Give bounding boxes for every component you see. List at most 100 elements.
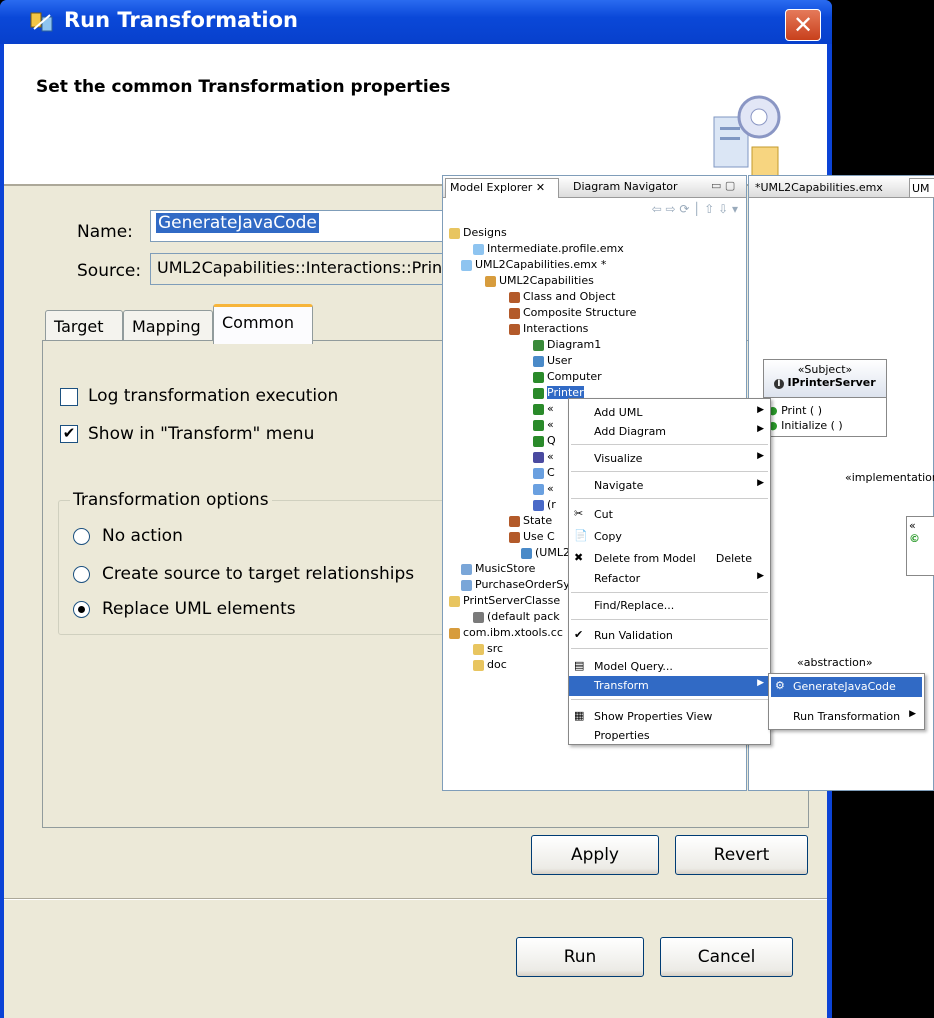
- tree-item[interactable]: «: [533, 482, 554, 495]
- tree-item[interactable]: User: [533, 354, 572, 367]
- submenu-arrow-icon: ▶: [757, 451, 764, 461]
- radio-replace-uml[interactable]: [73, 601, 90, 618]
- tree-node-icon: [449, 227, 460, 239]
- tree-node-icon: [509, 323, 520, 335]
- options-group-label: Transformation options: [70, 490, 272, 510]
- tree-item[interactable]: «: [533, 418, 554, 431]
- menu-item-cut[interactable]: ✂ Cut: [569, 505, 770, 525]
- menu-item-run-validation[interactable]: ✔ Run Validation: [569, 626, 770, 646]
- menu-item-model-query[interactable]: ▤ Model Query...: [569, 657, 770, 677]
- menu-item-show-properties-view[interactable]: ▦ Show Properties View: [569, 707, 770, 727]
- tree-item[interactable]: (default pack: [473, 610, 560, 623]
- tree-item[interactable]: src: [473, 642, 503, 655]
- show-in-menu-label: Show in "Transform" menu: [88, 424, 315, 444]
- tree-item-label: Computer: [547, 370, 602, 383]
- tab-um[interactable]: UM: [909, 178, 934, 198]
- menu-item-visualize[interactable]: Visualize ▶: [569, 449, 770, 469]
- tab-common[interactable]: Common: [213, 304, 313, 344]
- tree-item-label: UML2Capabilities.emx *: [475, 258, 607, 271]
- tree-item[interactable]: «: [533, 450, 554, 463]
- tree-item-label: (UML2: [535, 546, 570, 559]
- run-button[interactable]: Run: [516, 937, 644, 977]
- source-field[interactable]: UML2Capabilities::Interactions::Printer: [150, 253, 450, 285]
- tree-item[interactable]: State: [509, 514, 552, 527]
- tree-item[interactable]: Q: [533, 434, 556, 447]
- tree-node-icon: [533, 435, 544, 447]
- tree-node-icon: [461, 579, 472, 591]
- nav-arrows-icon[interactable]: ⇦ ⇨ ⟳ │ ⇧ ⇩ ▾: [652, 202, 738, 216]
- submenu-run-transformation[interactable]: Run Transformation ▶: [771, 707, 922, 727]
- menu-item-label: Navigate: [594, 479, 644, 492]
- menu-item-delete-from-model[interactable]: ✖ Delete from Model Delete: [569, 549, 770, 569]
- name-field[interactable]: GenerateJavaCode: [150, 210, 450, 242]
- submenu-run-transformation-label: Run Transformation: [793, 710, 901, 723]
- menu-item-refactor[interactable]: Refactor ▶: [569, 569, 770, 589]
- minimize-maximize-icon[interactable]: ▭ ▢: [711, 179, 735, 192]
- submenu-generatejavacode[interactable]: ⚙ GenerateJavaCode: [771, 677, 922, 697]
- menu-separator: [571, 498, 768, 499]
- tree-item[interactable]: PurchaseOrderSy: [461, 578, 570, 591]
- tab-uml2capabilities-emx[interactable]: *UML2Capabilities.emx: [755, 181, 883, 194]
- log-execution-checkbox[interactable]: [60, 388, 78, 406]
- tree-node-icon: [473, 659, 484, 671]
- partial-class-box[interactable]: «©: [906, 516, 934, 576]
- menu-item-find-replace[interactable]: Find/Replace...: [569, 596, 770, 616]
- tree-item-label: Q: [547, 434, 556, 447]
- cut-icon: ✂: [574, 507, 584, 520]
- tree-item[interactable]: Diagram1: [533, 338, 601, 351]
- menu-item-copy[interactable]: 📄 Copy: [569, 527, 770, 547]
- tree-item[interactable]: Composite Structure: [509, 306, 636, 319]
- tree-item[interactable]: UML2Capabilities.emx *: [461, 258, 606, 271]
- tree-item-label: «: [547, 418, 554, 431]
- tab-model-explorer[interactable]: Model Explorer ✕: [445, 178, 559, 198]
- tree-item[interactable]: com.ibm.xtools.cc: [449, 626, 563, 639]
- diagram-tab-bar: *UML2Capabilities.emx UM: [749, 176, 934, 198]
- apply-button[interactable]: Apply: [531, 835, 659, 875]
- iprinterserver-class[interactable]: «Subject» I IPrinterServer ● Print ( ) ●…: [763, 359, 887, 437]
- dialog-banner: [4, 44, 827, 184]
- radio-create-relationships[interactable]: [73, 566, 90, 583]
- menu-item-add-uml[interactable]: Add UML ▶: [569, 403, 770, 423]
- tree-item[interactable]: Intermediate.profile.emx: [473, 242, 624, 255]
- explorer-toolbar: ⇦ ⇨ ⟳ │ ⇧ ⇩ ▾: [443, 198, 746, 224]
- tree-item[interactable]: Interactions: [509, 322, 588, 335]
- tree-item[interactable]: doc: [473, 658, 507, 671]
- title-bar[interactable]: Run Transformation ✕: [0, 0, 832, 44]
- tab-diagram-navigator[interactable]: Diagram Navigator: [573, 180, 678, 193]
- tab-mapping[interactable]: Mapping: [123, 310, 213, 342]
- tab-target[interactable]: Target: [45, 310, 123, 342]
- tree-node-icon: [449, 595, 460, 607]
- tree-item-label: User: [547, 354, 573, 367]
- menu-separator: [571, 699, 768, 700]
- show-in-menu-checkbox[interactable]: ✔: [60, 425, 78, 443]
- menu-item-label: Run Validation: [594, 629, 673, 642]
- tree-item[interactable]: (r: [533, 498, 556, 511]
- implementation-label: «implementation: [845, 471, 934, 484]
- tree-item[interactable]: C: [533, 466, 555, 479]
- close-icon[interactable]: ✕: [785, 9, 821, 41]
- delete-icon: ✖: [574, 551, 584, 564]
- menu-item-transform[interactable]: Transform ▶: [569, 676, 770, 696]
- tree-item[interactable]: Class and Object: [509, 290, 615, 303]
- tree-item[interactable]: MusicStore: [461, 562, 535, 575]
- model-query-icon: ▤: [574, 659, 585, 672]
- menu-separator: [571, 648, 768, 649]
- tree-item[interactable]: Use C: [509, 530, 555, 543]
- radio-replace-uml-label: Replace UML elements: [102, 599, 296, 619]
- tree-item[interactable]: (UML2: [521, 546, 570, 559]
- operation-print-label: Print ( ): [781, 404, 822, 417]
- cancel-button[interactable]: Cancel: [660, 937, 793, 977]
- radio-no-action[interactable]: [73, 528, 90, 545]
- revert-button[interactable]: Revert: [675, 835, 808, 875]
- tree-item[interactable]: UML2Capabilities: [485, 274, 594, 287]
- tree-item-label: (default pack: [487, 610, 560, 623]
- menu-item-properties[interactable]: Properties: [569, 726, 770, 746]
- tree-node-icon: [509, 515, 520, 527]
- tree-item[interactable]: Computer: [533, 370, 602, 383]
- menu-item-add-diagram[interactable]: Add Diagram ▶: [569, 422, 770, 442]
- menu-item-navigate[interactable]: Navigate ▶: [569, 476, 770, 496]
- tree-item[interactable]: «: [533, 402, 554, 415]
- tree-item[interactable]: Designs: [449, 226, 507, 239]
- tree-item[interactable]: PrintServerClasse: [449, 594, 560, 607]
- tree-node-icon: [461, 563, 472, 575]
